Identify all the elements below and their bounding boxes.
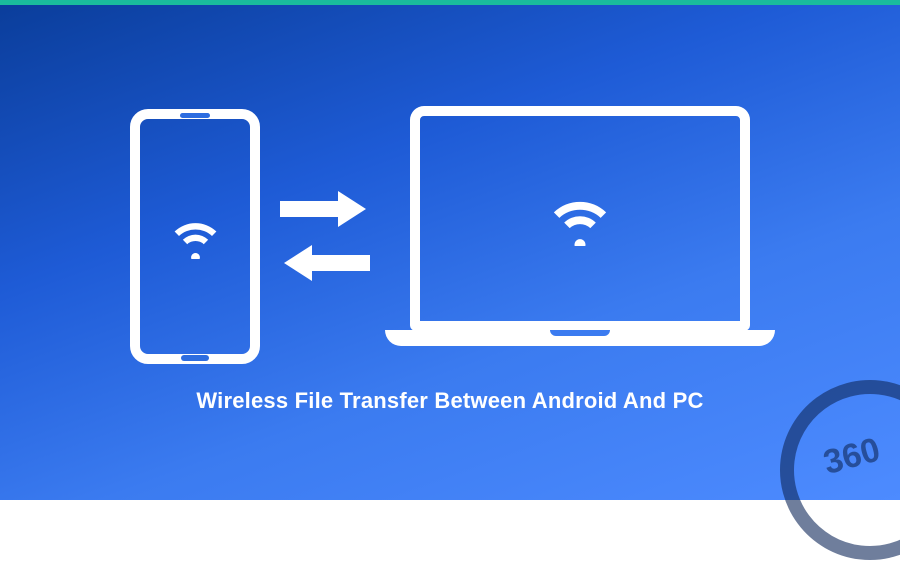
content-area: Wireless File Transfer Between Android A… — [0, 0, 900, 500]
wifi-icon — [168, 214, 223, 259]
laptop-screen — [410, 106, 750, 331]
laptop-device — [390, 106, 770, 366]
laptop-base — [385, 330, 775, 346]
hero-graphic: Wireless File Transfer Between Android A… — [0, 0, 900, 500]
caption-text: Wireless File Transfer Between Android A… — [196, 388, 703, 414]
wifi-icon — [545, 191, 615, 246]
phone-device — [130, 109, 260, 364]
arrow-left-icon — [280, 245, 370, 281]
arrow-right-icon — [280, 191, 370, 227]
transfer-arrows — [280, 191, 370, 281]
devices-row — [130, 106, 770, 366]
watermark-text: 360 — [819, 430, 884, 482]
